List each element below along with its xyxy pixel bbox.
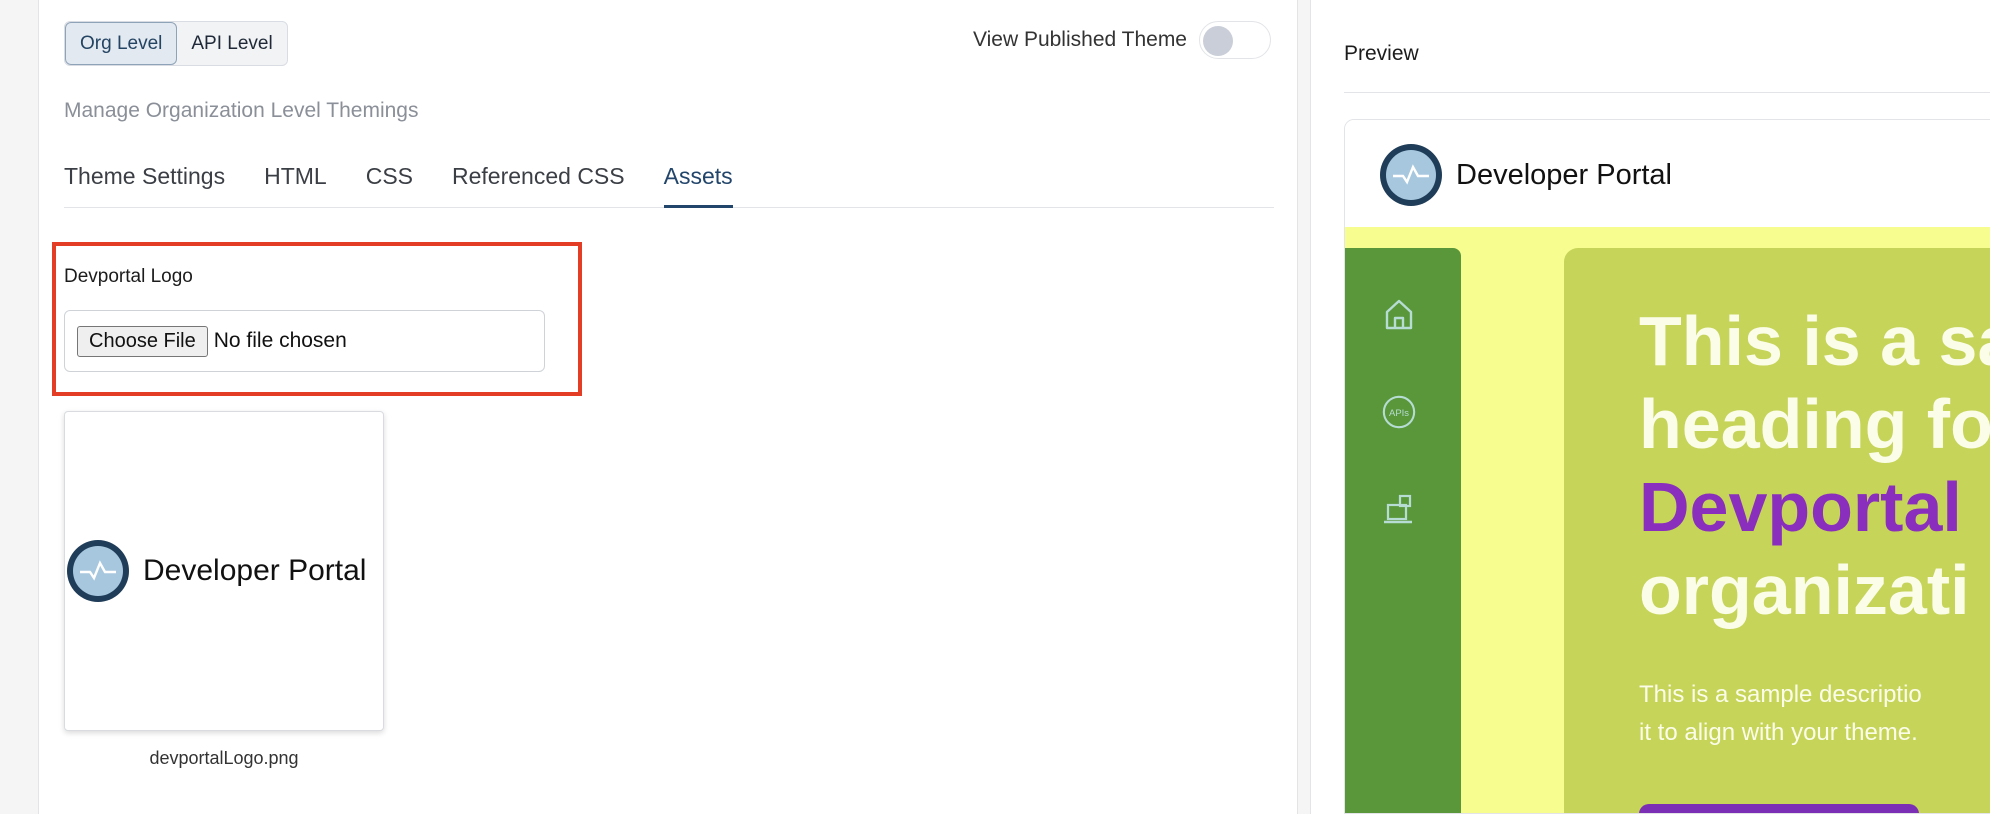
tab-css[interactable]: CSS bbox=[366, 153, 413, 208]
home-icon[interactable] bbox=[1381, 296, 1417, 332]
thumbnail-logo: Developer Portal bbox=[67, 540, 366, 602]
logo-file-input[interactable]: Choose File No file chosen bbox=[64, 310, 545, 372]
page-subtitle: Manage Organization Level Themings bbox=[64, 99, 419, 122]
laptop-icon[interactable] bbox=[1381, 492, 1417, 528]
apis-icon[interactable]: APIs bbox=[1381, 394, 1417, 430]
preview-header: Developer Portal bbox=[1345, 120, 1990, 227]
view-published-toggle[interactable] bbox=[1199, 21, 1271, 59]
choose-file-button[interactable]: Choose File bbox=[77, 325, 208, 357]
preview-logo: Developer Portal bbox=[1380, 144, 1672, 206]
preview-panel: Preview Developer Portal APIs This is a … bbox=[1310, 0, 1990, 814]
preview-brand-text: Developer Portal bbox=[1456, 158, 1672, 191]
tab-referenced-css[interactable]: Referenced CSS bbox=[452, 153, 625, 208]
logo-icon bbox=[1380, 144, 1442, 206]
preview-body: APIs This is a sa heading fo Devportal o… bbox=[1345, 227, 1990, 813]
preview-description: This is a sample descriptio it to align … bbox=[1639, 676, 1922, 752]
preview-frame: Developer Portal APIs This is a sa headi… bbox=[1344, 119, 1990, 814]
org-level-button[interactable]: Org Level bbox=[65, 22, 178, 65]
tab-assets[interactable]: Assets bbox=[663, 153, 733, 208]
preview-heading-accent: Devportal bbox=[1639, 468, 1962, 546]
preview-heading: This is a sa heading fo Devportal organi… bbox=[1639, 300, 1990, 632]
logo-thumbnail[interactable]: Developer Portal bbox=[64, 411, 384, 731]
level-switch: Org Level API Level bbox=[64, 21, 288, 66]
preview-description-line1: This is a sample descriptio bbox=[1639, 681, 1922, 708]
preview-sidebar: APIs bbox=[1345, 248, 1461, 813]
preview-cta-button[interactable] bbox=[1639, 804, 1919, 813]
thumbnail-filename: devportalLogo.png bbox=[149, 748, 299, 768]
api-level-button[interactable]: API Level bbox=[177, 22, 286, 65]
file-status: No file chosen bbox=[213, 329, 347, 352]
logo-icon bbox=[67, 540, 129, 602]
preview-hero-card: This is a sa heading fo Devportal organi… bbox=[1564, 248, 1990, 813]
preview-description-line2: it to align with your theme. bbox=[1639, 719, 1918, 746]
preview-heading-line4: organizati bbox=[1639, 551, 1970, 629]
theme-tabs: Theme Settings HTML CSS Referenced CSS A… bbox=[64, 153, 1274, 208]
preview-divider bbox=[1344, 92, 1990, 93]
tab-html[interactable]: HTML bbox=[264, 153, 327, 208]
view-published-label: View Published Theme bbox=[972, 28, 1187, 51]
preview-title: Preview bbox=[1344, 42, 1419, 65]
toggle-knob bbox=[1203, 26, 1233, 56]
apis-icon-text: APIs bbox=[1389, 408, 1409, 419]
preview-heading-line1: This is a sa bbox=[1639, 302, 1990, 380]
preview-heading-line2: heading fo bbox=[1639, 385, 1990, 463]
view-published-theme: View Published Theme bbox=[973, 21, 1271, 59]
devportal-logo-label: Devportal Logo bbox=[64, 266, 193, 287]
theme-settings-panel: Org Level API Level View Published Theme… bbox=[38, 0, 1298, 814]
tab-theme-settings[interactable]: Theme Settings bbox=[64, 153, 225, 208]
thumbnail-brand-text: Developer Portal bbox=[143, 554, 367, 587]
